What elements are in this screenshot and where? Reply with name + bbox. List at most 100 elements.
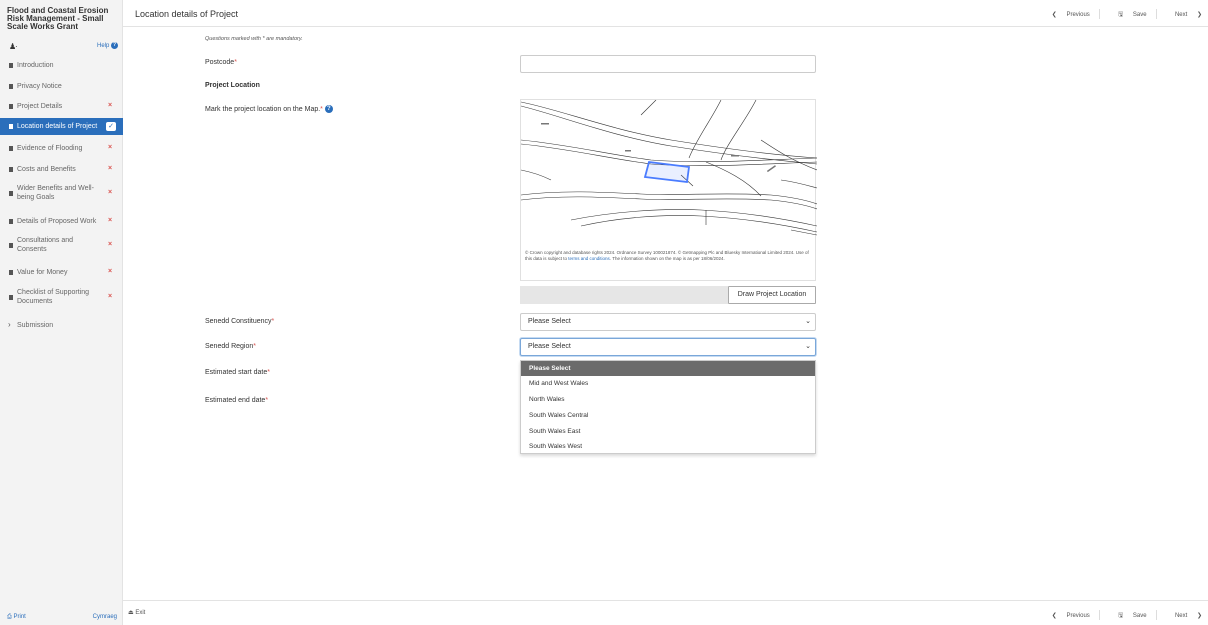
sidebar-item-checklist-of-supporting-documents[interactable]: Checklist of Supporting Documents ×: [0, 286, 123, 310]
sidebar-item-label: Evidence of Flooding: [17, 145, 83, 152]
complete-icon: ✓: [106, 122, 116, 131]
document-icon: [9, 84, 13, 89]
save-icon: 🖫: [1118, 612, 1124, 619]
sidebar-item-label: Location details of Project: [17, 123, 98, 130]
draw-project-location-button[interactable]: Draw Project Location: [728, 286, 816, 304]
postcode-label-text: Postcode: [205, 59, 235, 66]
chevron-left-icon: ❮: [1051, 11, 1057, 18]
print-icon: ⎙: [7, 614, 12, 620]
previous-button[interactable]: ❮ Previous: [1044, 612, 1090, 619]
divider: [1099, 9, 1101, 19]
required-marker: *: [267, 369, 270, 376]
save-label: Save: [1132, 612, 1147, 619]
sidebar-item-label: Submission: [17, 322, 54, 329]
document-icon: [9, 191, 13, 196]
postcode-label: Postcode*: [205, 59, 237, 66]
help-link[interactable]: Help ?: [97, 42, 118, 49]
region-option[interactable]: Mid and West Wales: [521, 376, 815, 391]
exit-button[interactable]: ⏏ Exit: [128, 609, 145, 616]
app-title: Flood and Coastal Erosion Risk Managemen…: [7, 6, 109, 31]
sidebar-item-introduction[interactable]: Introduction: [0, 59, 123, 73]
next-label: Next: [1174, 11, 1188, 18]
sidebar-item-evidence-of-flooding[interactable]: Evidence of Flooding ×: [0, 142, 123, 156]
document-icon: [9, 219, 13, 224]
sidebar-item-privacy-notice[interactable]: Privacy Notice: [0, 80, 123, 94]
sidebar-item-label: Privacy Notice: [17, 83, 62, 90]
divider: [1156, 9, 1158, 19]
constituency-select[interactable]: Please Select ⌄: [520, 313, 816, 331]
mandatory-note: Questions marked with * are mandatory.: [205, 36, 303, 42]
sidebar-item-label: Project Details: [17, 103, 63, 110]
required-marker: *: [265, 397, 269, 404]
sidebar-item-location-details[interactable]: Location details of Project ✓: [0, 118, 123, 135]
region-select[interactable]: Please Select ⌄: [520, 338, 816, 356]
sidebar-item-label: Costs and Benefits: [17, 166, 76, 173]
region-option[interactable]: North Wales: [521, 392, 815, 407]
map-attribution: © Crown copyright and database rights 20…: [525, 250, 813, 262]
help-label: Help: [96, 43, 110, 50]
region-label: Senedd Region*: [205, 343, 256, 350]
next-button[interactable]: Next ❯: [1167, 612, 1202, 619]
incomplete-icon: ×: [108, 241, 113, 248]
document-icon: [9, 104, 13, 109]
sidebar-item-consultations-and-consents[interactable]: Consultations and Consents ×: [0, 234, 123, 258]
help-icon: ?: [111, 42, 118, 49]
required-marker: *: [253, 343, 256, 350]
incomplete-icon: ×: [108, 268, 113, 275]
sidebar-item-label: Wider Benefits and Well-being Goals: [17, 185, 94, 201]
sidebar-item-project-details[interactable]: Project Details ×: [0, 100, 123, 114]
sidebar-item-label: Checklist of Supporting Documents: [17, 289, 89, 305]
document-icon: [9, 243, 13, 248]
save-icon: 🖫: [1118, 11, 1124, 18]
sidebar-footer: ⎙ Print Cymraeg: [0, 612, 123, 625]
help-icon[interactable]: ?: [324, 105, 333, 113]
sidebar-item-details-of-proposed-work[interactable]: Details of Proposed Work ×: [0, 215, 123, 229]
region-option[interactable]: South Wales Central: [521, 408, 815, 423]
user-name: ·: [15, 42, 18, 51]
chevron-right-icon: ❯: [1196, 612, 1202, 619]
start-date-label-text: Estimated start date: [205, 369, 268, 376]
previous-button[interactable]: ❮ Previous: [1044, 11, 1090, 18]
region-dropdown: Please Select Mid and West Wales North W…: [520, 360, 816, 454]
chevron-down-icon: ⌄: [805, 343, 811, 350]
sidebar-item-value-for-money[interactable]: Value for Money ×: [0, 266, 123, 280]
document-icon: [9, 63, 13, 68]
exit-label: Exit: [135, 610, 146, 616]
terms-link[interactable]: terms and conditions: [568, 256, 610, 261]
region-option[interactable]: Please Select: [521, 361, 815, 376]
divider: [1099, 610, 1101, 620]
language-link[interactable]: Cymraeg: [93, 614, 117, 620]
sidebar-item-costs-and-benefits[interactable]: Costs and Benefits ×: [0, 163, 123, 177]
constituency-label: Senedd Constituency*: [205, 318, 274, 325]
sidebar-item-wider-benefits[interactable]: Wider Benefits and Well-being Goals ×: [0, 182, 123, 206]
required-marker: *: [271, 318, 275, 325]
user-row: ♟ · Help ?: [0, 42, 123, 54]
sidebar: Flood and Coastal Erosion Risk Managemen…: [0, 0, 123, 625]
constituency-label-text: Senedd Constituency: [205, 318, 272, 325]
incomplete-icon: ×: [108, 102, 113, 109]
map-coordinates-strip: [520, 286, 728, 304]
previous-label: Previous: [1066, 612, 1090, 619]
map-view[interactable]: © Crown copyright and database rights 20…: [520, 99, 817, 281]
sidebar-item-label: Value for Money: [17, 269, 68, 276]
previous-label: Previous: [1066, 11, 1090, 18]
page-title: Location details of Project: [135, 9, 239, 19]
region-option[interactable]: South Wales East: [521, 424, 815, 439]
save-button[interactable]: 🖫 Save: [1110, 611, 1146, 621]
sidebar-item-submission[interactable]: › Submission: [0, 319, 123, 333]
map-label: Mark the project location on the Map.* ?: [205, 105, 333, 113]
save-button[interactable]: 🖫 Save: [1110, 10, 1146, 20]
divider: [1156, 610, 1158, 620]
document-icon: [9, 146, 13, 151]
sidebar-item-label: Consultations and Consents: [17, 237, 74, 253]
required-marker: *: [234, 59, 237, 66]
region-value: Please Select: [528, 343, 571, 350]
next-button[interactable]: Next ❯: [1167, 11, 1202, 18]
postcode-input[interactable]: [520, 55, 816, 73]
header-nav: ❮ Previous 🖫 Save Next ❯: [1036, 9, 1202, 20]
document-icon: [9, 167, 13, 172]
print-link[interactable]: ⎙ Print: [7, 614, 26, 621]
region-option[interactable]: South Wales West: [521, 439, 815, 454]
chevron-left-icon: ❮: [1051, 612, 1057, 619]
end-date-label-text: Estimated end date: [205, 397, 266, 404]
